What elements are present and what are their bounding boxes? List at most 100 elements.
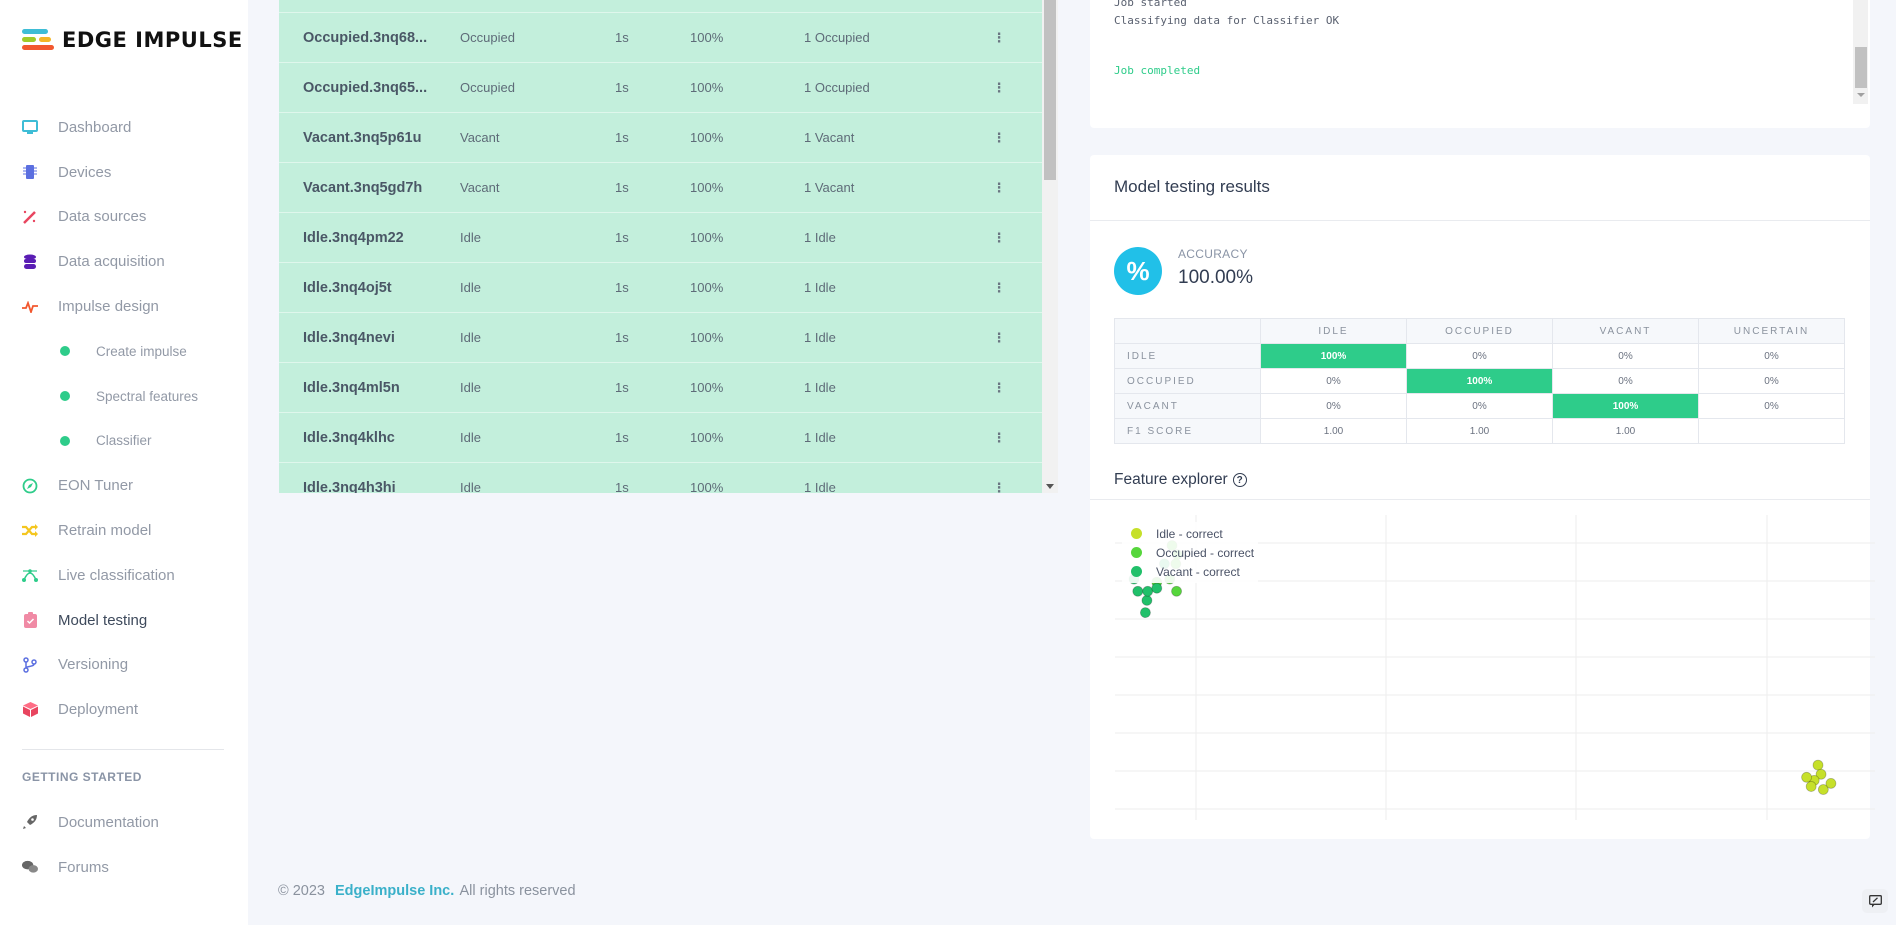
sidebar-item-deployment[interactable]: Deployment — [0, 687, 248, 732]
copyright-text: © 2023 — [278, 883, 325, 899]
footer: © 2023 EdgeImpulse Inc. All rights reser… — [278, 883, 576, 899]
sidebar-item-spectral-features[interactable]: Spectral features — [0, 374, 248, 419]
sample-length: 1s — [615, 280, 629, 295]
scatter-point[interactable] — [1812, 759, 1824, 771]
sample-label: Occupied — [460, 30, 515, 45]
kebab-menu-icon[interactable]: ⋮ — [984, 30, 1014, 46]
sidebar-item-impulse-design[interactable]: Impulse design — [0, 284, 248, 329]
sample-result: 1 Idle — [804, 480, 836, 493]
magic-wand-icon — [22, 209, 38, 225]
divider — [1090, 499, 1870, 500]
scatter-point[interactable] — [1142, 585, 1154, 597]
table-row[interactable]: Idle.3nq4pm22 Idle 1s 100% 1 Idle ⋮ — [279, 213, 1042, 263]
sidebar-item-eon-tuner[interactable]: EON Tuner — [0, 463, 248, 508]
sample-label: Vacant — [460, 180, 500, 195]
sidebar-item-devices[interactable]: Devices — [0, 150, 248, 195]
kebab-menu-icon[interactable]: ⋮ — [984, 430, 1014, 446]
scroll-down-arrow-icon[interactable] — [1857, 93, 1865, 97]
sample-length: 1s — [615, 30, 629, 45]
cube-icon — [22, 702, 38, 718]
sample-result: 1 Idle — [804, 280, 836, 295]
scatter-point[interactable] — [1801, 771, 1812, 783]
sidebar-item-classifier[interactable]: Classifier — [0, 419, 248, 464]
log-scrollbar[interactable] — [1853, 0, 1868, 104]
sample-result: 1 Occupied — [804, 80, 870, 95]
sample-name: Idle.3nq4ml5n — [303, 379, 400, 396]
scrollbar-thumb[interactable] — [1855, 47, 1867, 88]
confusion-col-header: UNCERTAIN — [1698, 318, 1845, 344]
kebab-menu-icon[interactable]: ⋮ — [984, 330, 1014, 346]
edge-impulse-logo[interactable]: EDGE IMPULSE — [22, 28, 243, 52]
scatter-point[interactable] — [1132, 585, 1144, 597]
scroll-down-arrow-icon[interactable] — [1046, 484, 1054, 489]
legend-item[interactable]: Idle - correct — [1126, 524, 1254, 543]
sidebar-item-create-impulse[interactable]: Create impulse — [0, 329, 248, 374]
scrollbar-thumb[interactable] — [1044, 0, 1056, 180]
table-row[interactable]: Vacant.3nq5gd7h Vacant 1s 100% 1 Vacant … — [279, 163, 1042, 213]
company-link[interactable]: EdgeImpulse Inc. — [335, 883, 454, 899]
scatter-point[interactable] — [1171, 585, 1182, 597]
sample-accuracy: 100% — [690, 330, 724, 345]
sample-accuracy: 100% — [690, 130, 724, 145]
rocket-icon — [22, 814, 38, 830]
sidebar-item-data-acquisition[interactable]: Data acquisition — [0, 239, 248, 284]
confusion-cell: 0% — [1698, 368, 1845, 394]
clipboard-check-icon — [22, 612, 38, 629]
table-scrollbar[interactable] — [1042, 0, 1058, 493]
scatter-point[interactable] — [1805, 781, 1817, 792]
kebab-menu-icon[interactable]: ⋮ — [984, 480, 1014, 494]
table-row[interactable]: Idle.3nq4klhc Idle 1s 100% 1 Idle ⋮ — [279, 413, 1042, 463]
legend-item[interactable]: Vacant - correct — [1126, 562, 1254, 581]
kebab-menu-icon[interactable]: ⋮ — [984, 380, 1014, 396]
chip-icon — [22, 164, 38, 180]
kebab-menu-icon[interactable]: ⋮ — [984, 230, 1014, 246]
sample-name: Vacant.3nq5p61u — [303, 129, 422, 146]
kebab-menu-icon[interactable]: ⋮ — [984, 280, 1014, 296]
scatter-point[interactable] — [1141, 595, 1153, 606]
sample-result: 1 Idle — [804, 330, 836, 345]
kebab-menu-icon[interactable]: ⋮ — [984, 130, 1014, 146]
sidebar-item-forums[interactable]: Forums — [0, 845, 248, 890]
sample-name: Idle.3nq4pm22 — [303, 229, 404, 246]
legend-label: Vacant - correct — [1156, 564, 1240, 579]
sidebar-item-model-testing[interactable]: Model testing — [0, 598, 248, 643]
sidebar-item-versioning[interactable]: Versioning — [0, 643, 248, 688]
confusion-cell: 100% — [1260, 343, 1407, 369]
sample-label: Idle — [460, 480, 481, 493]
sample-name: Idle.3nq4nevi — [303, 329, 395, 346]
sidebar-item-live-classification[interactable]: Live classification — [0, 553, 248, 598]
feedback-icon — [1868, 894, 1882, 907]
table-row[interactable]: Idle.3nq4h3hi Idle 1s 100% 1 Idle ⋮ — [279, 463, 1042, 493]
sample-length: 1s — [615, 230, 629, 245]
sidebar-item-data-sources[interactable]: Data sources — [0, 195, 248, 240]
feedback-button[interactable] — [1862, 889, 1888, 913]
confusion-row: IDLE 100% 0% 0% 0% — [1114, 343, 1845, 369]
divider — [1090, 220, 1870, 221]
sample-length: 1s — [615, 80, 629, 95]
sample-result: 1 Idle — [804, 430, 836, 445]
legend-item[interactable]: Occupied - correct — [1126, 543, 1254, 562]
confusion-cell: 1.00 — [1260, 418, 1407, 444]
scatter-point[interactable] — [1151, 582, 1163, 594]
sidebar-item-documentation[interactable]: Documentation — [0, 800, 248, 845]
help-icon[interactable]: ? — [1232, 473, 1247, 487]
table-row[interactable]: Idle.3nq4oj5t Idle 1s 100% 1 Idle ⋮ — [279, 263, 1042, 313]
table-row[interactable]: Occupied.3nq68... Occupied 1s 100% 1 Occ… — [279, 13, 1042, 63]
kebab-menu-icon[interactable]: ⋮ — [984, 180, 1014, 196]
sample-accuracy: 100% — [690, 180, 724, 195]
sample-result: 1 Idle — [804, 230, 836, 245]
table-row[interactable]: Occupied.3nq65... Occupied 1s 100% 1 Occ… — [279, 63, 1042, 113]
confusion-corner — [1114, 318, 1261, 344]
legend-label: Idle - correct — [1156, 526, 1223, 541]
scatter-point[interactable] — [1825, 777, 1837, 789]
table-row[interactable]: Idle.3nq4ml5n Idle 1s 100% 1 Idle ⋮ — [279, 363, 1042, 413]
sample-label: Idle — [460, 280, 481, 295]
table-row[interactable]: Vacant.3nq5p61u Vacant 1s 100% 1 Vacant … — [279, 113, 1042, 163]
sidebar-item-dashboard[interactable]: Dashboard — [0, 105, 248, 150]
sidebar-item-retrain-model[interactable]: Retrain model — [0, 508, 248, 553]
section-label-getting-started: GETTING STARTED — [22, 770, 142, 784]
sample-result: 1 Occupied — [804, 30, 870, 45]
table-row[interactable]: Idle.3nq4nevi Idle 1s 100% 1 Idle ⋮ — [279, 313, 1042, 363]
scatter-point[interactable] — [1139, 607, 1151, 618]
kebab-menu-icon[interactable]: ⋮ — [984, 80, 1014, 96]
